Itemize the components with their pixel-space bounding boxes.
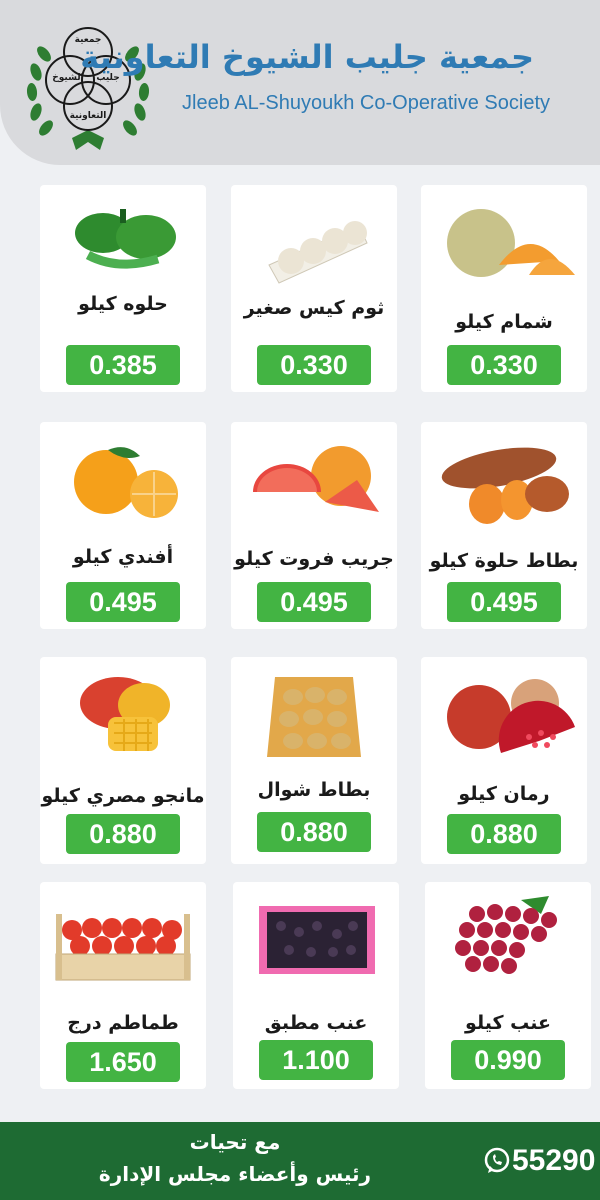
product-card[interactable]: شمام كيلو 0.330 <box>421 185 587 392</box>
price-badge: 0.330 <box>257 345 371 385</box>
product-card[interactable]: بطاط حلوة كيلو 0.495 <box>421 422 587 629</box>
price-badge: 0.495 <box>66 582 180 622</box>
red-grapes-image <box>455 896 557 974</box>
price-badge: 0.330 <box>447 345 561 385</box>
product-card[interactable]: رمان كيلو 0.880 <box>421 657 587 864</box>
footer-board: رئيس وأعضاء مجلس الإدارة <box>98 1162 372 1186</box>
product-card[interactable]: عنب كيلو 0.990 <box>425 882 591 1089</box>
price-badge: 1.100 <box>259 1040 373 1080</box>
mandarin-image <box>74 447 178 518</box>
product-card[interactable]: جريب فروت كيلو 0.495 <box>231 422 397 629</box>
pomegranate-image <box>447 679 575 753</box>
title-english: Jleeb AL-Shuyoukh Co-Operative Society <box>182 92 550 114</box>
price-badge: 0.880 <box>257 812 371 852</box>
product-card[interactable]: بطاط شوال 0.880 <box>231 657 397 864</box>
product-name: طماطم درج <box>67 1012 179 1034</box>
mango-image <box>80 677 170 751</box>
logo-text-3: الشيوخ <box>52 73 83 83</box>
tomato-crate-image <box>55 914 191 981</box>
product-name: أفندي كيلو <box>72 546 174 568</box>
product-name: مانجو مصري كيلو <box>41 785 205 807</box>
product-name: جريب فروت كيلو <box>234 548 394 570</box>
product-name: بطاط شوال <box>257 779 371 801</box>
price-badge: 0.495 <box>447 582 561 622</box>
product-name: عنب كيلو <box>465 1012 551 1034</box>
logo-text-4: التعاونية <box>70 111 107 121</box>
price-badge: 0.880 <box>66 814 180 854</box>
product-card[interactable]: حلوه كيلو 0.385 <box>40 185 206 392</box>
product-name: شمام كيلو <box>455 311 553 333</box>
grapefruit-image <box>253 446 379 512</box>
whatsapp-icon <box>484 1147 510 1173</box>
product-name: ثوم كيس صغير <box>243 297 385 319</box>
footer-bar: مع تحيات رئيس وأعضاء مجلس الإدارة 55290 <box>0 1122 600 1200</box>
society-logo: جمعية جليب الشيوخ التعاونية <box>26 27 150 150</box>
product-name: بطاط حلوة كيلو <box>429 550 579 572</box>
potato-sack-image <box>267 677 361 757</box>
garlic-bag-image <box>268 221 368 284</box>
price-badge: 0.880 <box>447 814 561 854</box>
sweet-potato-image <box>441 447 569 524</box>
cantaloupe-image <box>447 209 575 277</box>
green-bell-pepper-image <box>75 209 176 269</box>
price-badge: 1.650 <box>66 1042 180 1082</box>
product-name: حلوه كيلو <box>78 293 168 315</box>
product-card[interactable]: أفندي كيلو 0.495 <box>40 422 206 629</box>
price-badge: 0.990 <box>451 1040 565 1080</box>
grape-box-image <box>259 906 375 974</box>
product-name: رمان كيلو <box>458 783 550 805</box>
price-badge: 0.495 <box>257 582 371 622</box>
product-card[interactable]: عنب مطبق 1.100 <box>233 882 399 1089</box>
product-card[interactable]: مانجو مصري كيلو 0.880 <box>40 657 206 864</box>
price-badge: 0.385 <box>66 345 180 385</box>
product-card[interactable]: طماطم درج 1.650 <box>40 882 206 1089</box>
header-banner: جمعية جليب الشيوخ التعاونية جمعية جليب ا… <box>0 0 600 165</box>
product-name: عنب مطبق <box>264 1012 368 1034</box>
title-arabic: جمعية جليب الشيوخ التعاونية <box>80 38 534 76</box>
footer-greeting: مع تحيات <box>189 1130 281 1154</box>
phone-number[interactable]: 55290 <box>512 1144 595 1178</box>
product-card[interactable]: ثوم كيس صغير 0.330 <box>231 185 397 392</box>
